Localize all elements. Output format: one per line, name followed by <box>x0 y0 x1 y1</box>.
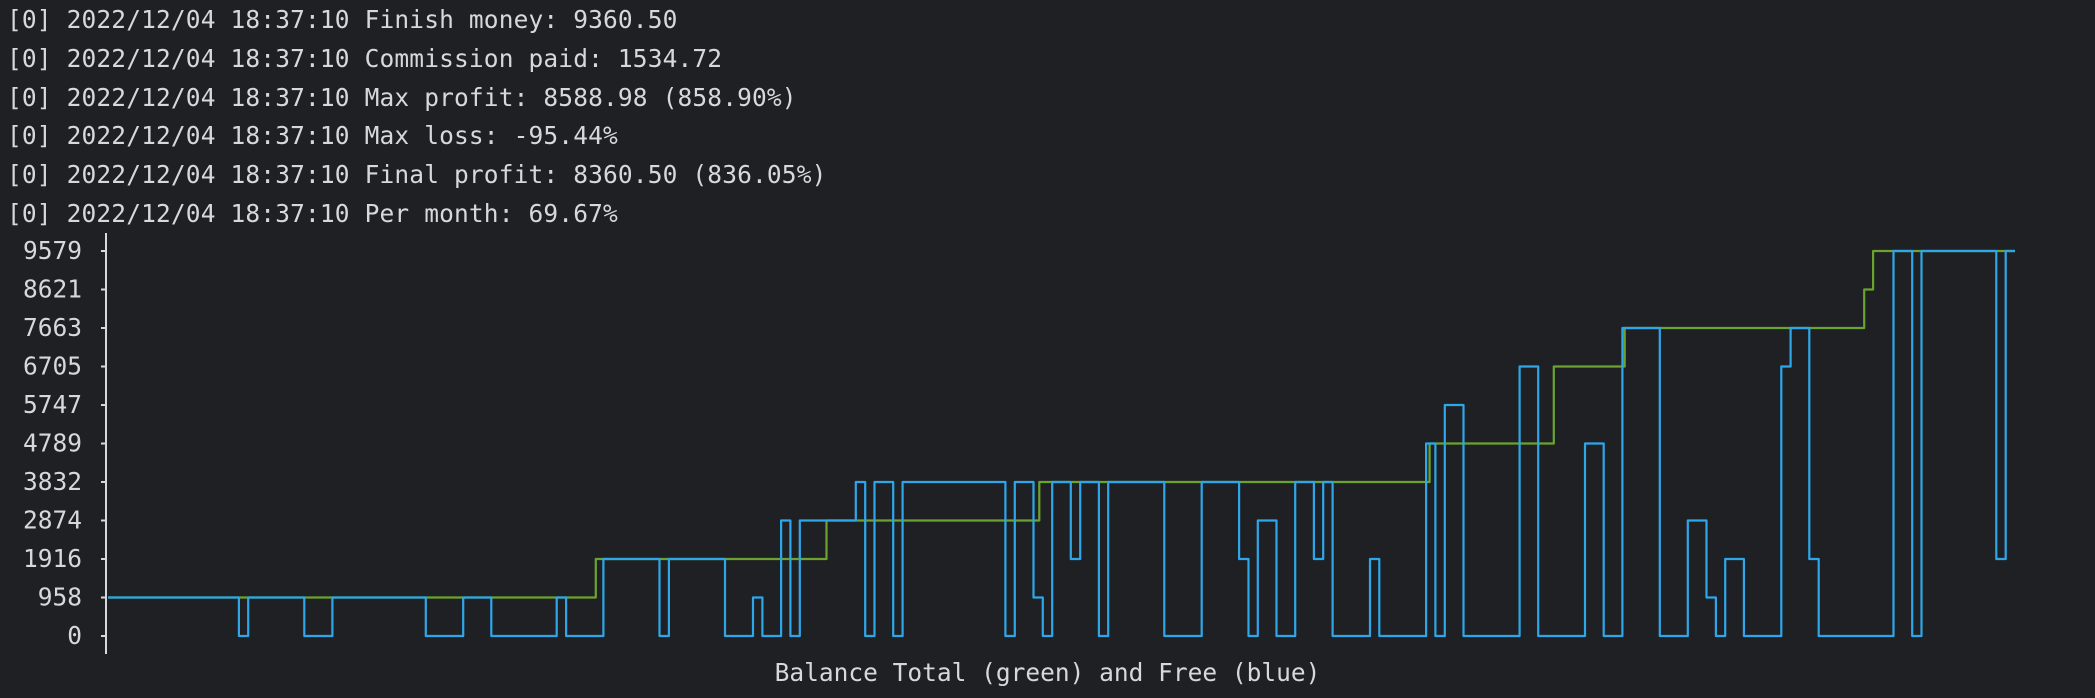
balance-chart: 9579 8621 7663 6705 5747 4789 3832 2874 1916 958 0 <box>23 233 2015 654</box>
chart-caption: Balance Total (green) and Free (blue) <box>774 658 1321 687</box>
y-axis <box>101 233 107 654</box>
y-tick-label: 6705 <box>23 352 82 381</box>
y-tick-label: 2874 <box>23 505 82 534</box>
y-tick-label: 5747 <box>23 390 82 419</box>
y-tick-label: 4789 <box>23 429 82 458</box>
y-tick-label: 8621 <box>23 275 82 304</box>
y-tick-label: 1916 <box>23 544 82 573</box>
y-tick-label: 0 <box>67 621 82 650</box>
balance-total-series-line <box>108 249 2015 599</box>
y-axis-tick-labels: 9579 8621 7663 6705 5747 4789 3832 2874 1916 958 0 <box>23 236 82 650</box>
y-tick-label: 7663 <box>23 313 82 342</box>
y-tick-label: 3832 <box>23 467 82 496</box>
y-tick-label: 9579 <box>23 236 82 265</box>
chart-series <box>108 249 2015 638</box>
balance-free-series-line <box>108 249 2015 638</box>
y-tick-label: 958 <box>38 582 82 611</box>
